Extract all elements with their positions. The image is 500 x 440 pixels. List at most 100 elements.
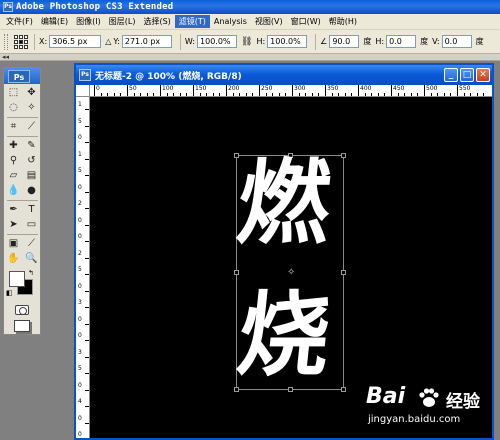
watermark: Bai 经验 jingyan.baidu.com xyxy=(362,384,498,438)
ruler-origin[interactable] xyxy=(76,85,90,97)
move-tool-icon[interactable]: ✥ xyxy=(23,86,40,100)
y-input[interactable]: 271.0 px xyxy=(121,35,172,48)
ruler-label: 350 xyxy=(327,85,339,92)
angle-icon: ∠ xyxy=(320,37,328,46)
artwork-character-1: 燃 xyxy=(232,149,336,257)
v-skew-label: V: xyxy=(432,37,440,46)
transform-handle[interactable] xyxy=(341,153,346,158)
swap-colors-icon[interactable]: ↰ xyxy=(28,269,34,277)
type-tool-icon[interactable]: T xyxy=(23,203,40,217)
link-icon[interactable]: ⛓ xyxy=(241,37,252,47)
transform-handle[interactable] xyxy=(234,270,239,275)
quick-mask-icon[interactable] xyxy=(15,305,29,315)
document-icon: Ps xyxy=(79,69,91,81)
paw-icon xyxy=(419,388,439,407)
dodge-tool-icon[interactable]: ● xyxy=(23,184,40,198)
document-title-bar[interactable]: Ps 无标题-2 @ 100% (燃烧, RGB/8) _ □ ✕ xyxy=(76,65,492,85)
ruler-label: 4 xyxy=(78,398,82,405)
menu-layer[interactable]: 图层(L) xyxy=(105,15,140,28)
ruler-label: 500 xyxy=(426,85,438,92)
magic-wand-tool-icon[interactable]: ✧ xyxy=(23,101,40,115)
v-skew-input[interactable]: 0.0 xyxy=(441,35,472,48)
height-input[interactable]: 100.0% xyxy=(267,35,308,48)
default-colors-icon[interactable]: ◧ xyxy=(6,289,13,297)
watermark-logo-suffix: 经验 xyxy=(446,392,480,412)
angle-unit: 度 xyxy=(363,37,372,46)
ruler-label: 450 xyxy=(393,85,405,92)
screen-mode-icon[interactable] xyxy=(14,320,30,332)
maximize-button[interactable]: □ xyxy=(460,68,474,82)
h-skew-input[interactable]: 0.0 xyxy=(386,35,417,48)
marquee-tool-icon[interactable]: ⬚ xyxy=(5,86,22,100)
x-input[interactable]: 306.5 px xyxy=(49,35,102,48)
transform-handle[interactable] xyxy=(234,153,239,158)
eyedropper-tool-icon[interactable]: ⟋ xyxy=(23,237,40,251)
blur-tool-icon[interactable]: 💧 xyxy=(5,184,22,198)
photoshop-logo-icon: Ps xyxy=(3,2,13,12)
close-button[interactable]: ✕ xyxy=(476,68,490,82)
rectangle-tool-icon[interactable]: ▭ xyxy=(23,218,40,232)
toolbox-header[interactable]: Ps xyxy=(4,68,40,84)
minimize-button[interactable]: _ xyxy=(444,68,458,82)
ruler-label: 5 xyxy=(78,266,82,273)
reference-point-icon[interactable] xyxy=(14,34,28,49)
ruler-label: 0 xyxy=(78,233,82,240)
divider xyxy=(315,33,317,50)
x-label: X: xyxy=(39,37,48,46)
ruler-label: 0 xyxy=(78,315,82,323)
slice-tool-icon[interactable]: ⟋ xyxy=(23,120,40,134)
delta-icon: △ xyxy=(105,37,112,46)
hand-tool-icon[interactable]: ✋ xyxy=(5,252,22,266)
photoshop-badge-icon: Ps xyxy=(8,69,30,83)
vertical-ruler[interactable]: 1 5 0 1 5 0 2 0 0 2 5 0 3 0 0 3 5 0 4 0 0 xyxy=(76,97,90,438)
transform-center-icon[interactable]: ✧ xyxy=(287,267,295,278)
crop-tool-icon[interactable]: ⌗ xyxy=(5,120,22,134)
menu-filter[interactable]: 滤镜(T) xyxy=(174,15,210,28)
ruler-tick xyxy=(226,85,227,96)
divider xyxy=(34,33,35,50)
clone-stamp-tool-icon[interactable]: ⚲ xyxy=(5,154,22,168)
ruler-label: 3 xyxy=(78,299,82,306)
lasso-tool-icon[interactable]: ◌ xyxy=(5,101,22,115)
width-input[interactable]: 100.0% xyxy=(197,35,238,48)
menu-edit[interactable]: 编辑(E) xyxy=(37,15,72,28)
app-title-bar: Ps Adobe Photoshop CS3 Extended xyxy=(0,0,500,14)
ruler-label: 1 xyxy=(78,150,82,158)
ruler-label: 300 xyxy=(294,85,306,92)
menu-analysis[interactable]: Analysis xyxy=(210,16,251,27)
angle-input[interactable]: 90.0 xyxy=(329,35,360,48)
pen-tool-icon[interactable]: ✒ xyxy=(5,203,22,217)
horizontal-ruler[interactable]: 0 50 100 150 200 250 300 350 400 450 500 550 xyxy=(90,85,492,97)
menu-select[interactable]: 选择(S) xyxy=(139,15,174,28)
ruler-tick xyxy=(424,85,425,96)
collapse-arrows-icon[interactable]: ◂◂ xyxy=(2,53,9,61)
menu-image[interactable]: 图像(I) xyxy=(72,15,105,28)
transform-handle[interactable] xyxy=(341,387,346,392)
menu-file[interactable]: 文件(F) xyxy=(2,15,37,28)
healing-brush-tool-icon[interactable]: ✚ xyxy=(5,139,22,153)
h-skew-label: H: xyxy=(375,37,385,46)
menu-help[interactable]: 帮助(H) xyxy=(325,15,361,28)
watermark-logo: Bai xyxy=(366,384,406,409)
ruler-label: 400 xyxy=(360,85,372,92)
notes-tool-icon[interactable]: ▣ xyxy=(5,237,22,251)
ruler-label: 3 xyxy=(78,348,82,356)
transform-handle[interactable] xyxy=(341,270,346,275)
ruler-tick xyxy=(127,85,128,96)
menu-window[interactable]: 窗口(W) xyxy=(287,15,325,28)
ruler-label: 550 xyxy=(459,85,471,92)
artwork-character-2: 烧 xyxy=(232,281,336,389)
zoom-tool-icon[interactable]: 🔍 xyxy=(23,252,40,266)
gradient-tool-icon[interactable]: ▤ xyxy=(23,169,40,183)
menu-view[interactable]: 视图(V) xyxy=(251,15,287,28)
brush-tool-icon[interactable]: ✎ xyxy=(23,139,40,153)
history-brush-tool-icon[interactable]: ↺ xyxy=(23,154,40,168)
ruler-label: 0 xyxy=(78,134,82,141)
eraser-tool-icon[interactable]: ▱ xyxy=(5,169,22,183)
v-skew-unit: 度 xyxy=(475,37,484,46)
path-selection-tool-icon[interactable]: ➤ xyxy=(5,218,22,232)
ruler-label: 0 xyxy=(96,85,100,92)
ruler-tick xyxy=(94,85,95,96)
options-bar-grip[interactable] xyxy=(4,33,8,50)
foreground-color-swatch[interactable] xyxy=(9,271,25,287)
